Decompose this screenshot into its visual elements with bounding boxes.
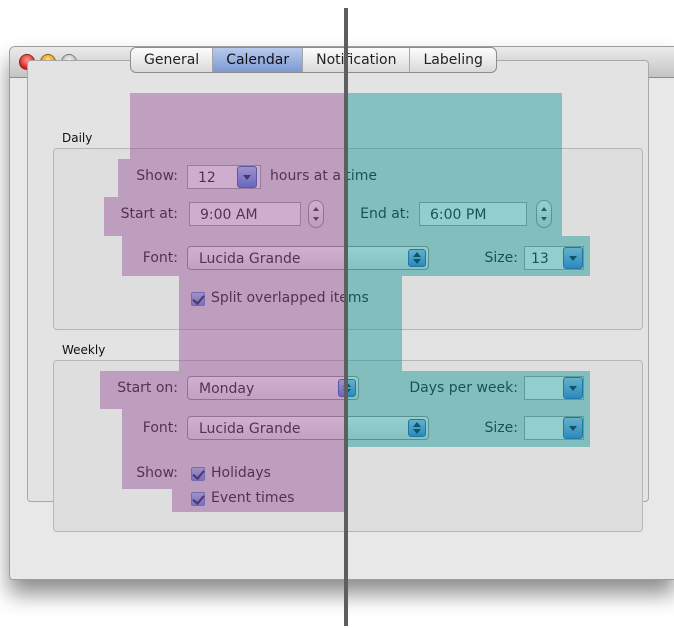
purple-overlay xyxy=(179,276,344,371)
tab-labeling[interactable]: Labeling xyxy=(410,48,495,72)
tab-bar: General Calendar Notification Labeling xyxy=(130,47,497,73)
purple-overlay xyxy=(118,159,344,197)
purple-overlay xyxy=(122,236,344,276)
purple-overlay xyxy=(104,197,344,236)
split-divider xyxy=(344,8,348,626)
teal-overlay xyxy=(348,197,562,236)
purple-overlay xyxy=(122,409,344,449)
teal-overlay xyxy=(348,93,562,159)
teal-overlay xyxy=(348,159,562,197)
teal-overlay xyxy=(348,276,402,371)
tab-calendar[interactable]: Calendar xyxy=(213,48,304,72)
teal-overlay xyxy=(348,236,590,276)
purple-overlay xyxy=(100,371,344,409)
weekly-group-label: Weekly xyxy=(62,343,106,357)
purple-overlay xyxy=(122,449,344,489)
purple-overlay xyxy=(172,489,344,512)
teal-overlay xyxy=(348,371,590,409)
tab-notification[interactable]: Notification xyxy=(303,48,411,72)
tab-general[interactable]: General xyxy=(131,48,214,72)
daily-group-label: Daily xyxy=(62,131,93,145)
purple-overlay xyxy=(130,93,344,159)
teal-overlay xyxy=(348,409,590,447)
